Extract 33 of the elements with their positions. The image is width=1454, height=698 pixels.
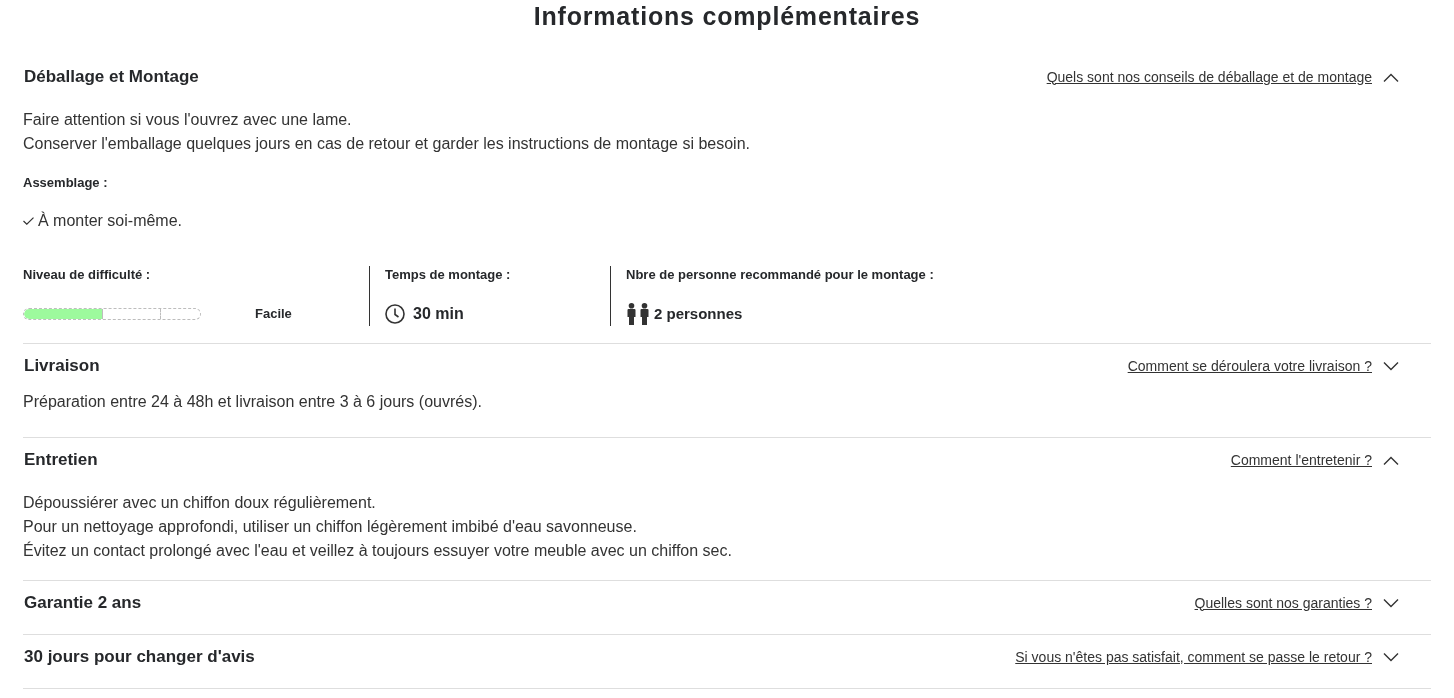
- section-title: Entretien: [23, 449, 98, 472]
- section-link[interactable]: Quels sont nos conseils de déballage et de montage: [1046, 66, 1372, 88]
- section-title: 30 jours pour changer d'avis: [23, 646, 255, 669]
- description-text: Évitez un contact prolongé avec l'eau et veillez à toujours essuyer votre meuble avec un chiffon sec.: [23, 540, 732, 561]
- chevron-down-icon[interactable]: [1383, 652, 1399, 662]
- description-text: Conserver l'emballage quelques jours en cas de retour et garder les instructions de montage si besoin.: [23, 134, 750, 154]
- people-icon: [626, 303, 650, 325]
- stat-label: Temps de montage :: [385, 266, 511, 284]
- chevron-up-icon[interactable]: [1383, 72, 1399, 82]
- description-text: Pour un nettoyage approfondi, utiliser un chiffon légèrement imbibé d'eau savonneuse.: [23, 517, 637, 537]
- stat-label: Niveau de difficulté :: [23, 266, 151, 284]
- section-link[interactable]: Comment se déroulera votre livraison ?: [1127, 355, 1372, 377]
- difficulty-value: Facile: [255, 305, 292, 324]
- section-link[interactable]: Si vous n'êtes pas satisfait, comment se passe le retour ?: [1015, 646, 1372, 668]
- chevron-up-icon[interactable]: [1383, 455, 1399, 465]
- stat-value: 30 min: [413, 304, 464, 324]
- assembly-value: À monter soi-même.: [38, 210, 183, 231]
- stat-value: 2 personnes: [654, 303, 743, 324]
- chevron-down-icon[interactable]: [1383, 598, 1399, 608]
- chevron-down-icon[interactable]: [1383, 361, 1399, 371]
- section-link[interactable]: Comment l'entretenir ?: [1230, 449, 1372, 471]
- section-title: Déballage et Montage: [23, 66, 199, 89]
- description-text: Dépoussiérer avec un chiffon doux régulièrement.: [23, 493, 376, 513]
- section-title: Livraison: [23, 355, 100, 378]
- section-link[interactable]: Quelles sont nos garanties ?: [1194, 592, 1372, 614]
- section-title: Garantie 2 ans: [23, 592, 142, 615]
- stat-label: Nbre de personne recommandé pour le montage :: [626, 266, 934, 284]
- description-text: Préparation entre 24 à 48h et livraison entre 3 à 6 jours (ouvrés).: [23, 392, 482, 412]
- clock-icon: [385, 304, 405, 324]
- page-title: Informations complémentaires: [533, 1, 921, 32]
- assembly-label: Assemblage :: [23, 174, 108, 192]
- description-text: Faire attention si vous l'ouvrez avec une lame.: [23, 110, 352, 130]
- check-icon: [23, 217, 34, 225]
